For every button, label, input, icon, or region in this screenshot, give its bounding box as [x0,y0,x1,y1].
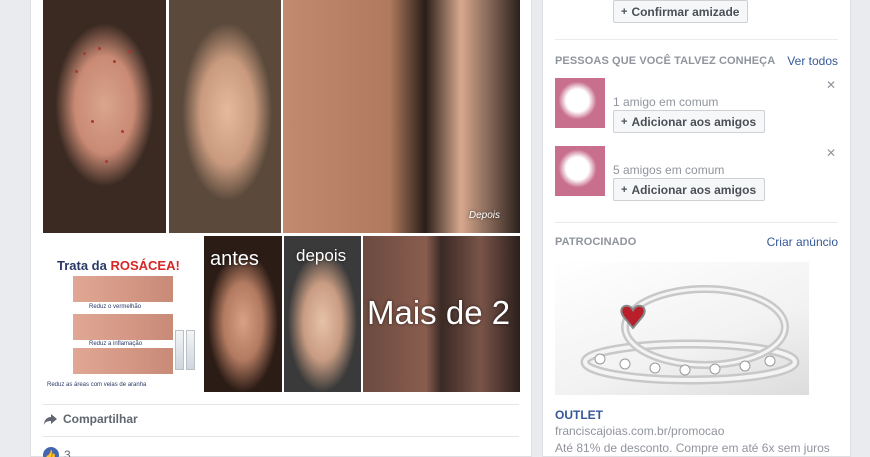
ad-title[interactable]: OUTLET [555,408,603,422]
rosacea-caption: Reduz as áreas com veias de aranha [47,382,147,388]
sponsored-title: PATROCINADO [555,236,637,248]
like-count: 3 [64,448,71,457]
more-photos-tile[interactable]: Mais de 2 [363,236,520,392]
share-arrow-icon [44,413,57,425]
spots-before-after-photo[interactable]: Depois [283,0,520,233]
confirm-friend-button[interactable]: + Confirmar amizade [613,0,749,23]
confirm-friend-label: Confirmar amizade [631,4,740,19]
add-friend-label: Adicionar aos amigos [631,182,757,197]
avatar[interactable] [555,146,605,196]
rosacea-caption: Reduz a inflamação [89,341,143,347]
divider [43,404,519,405]
add-friend-icon: + [621,115,628,128]
share-label: Compartilhar [63,412,138,426]
rosacea-title: Trata da ROSÁCEA! [57,258,180,273]
ad-url[interactable]: franciscajoias.com.br/promocao [555,424,724,438]
divider [555,39,838,40]
add-friend-label: Adicionar aos amigos [631,114,757,129]
photo-overlay-text: antes [210,248,259,270]
acne-before-photo[interactable] [43,0,166,233]
rosacea-ad-photo[interactable]: Trata da ROSÁCEA! Reduz o vermelhão Redu… [43,236,202,392]
feed-post: Depois Trata da ROSÁCEA! Reduz o vermelh… [30,0,532,457]
photo-overlay-text: Depois [468,210,500,221]
ad-image[interactable] [555,262,809,395]
avatar[interactable] [555,78,605,128]
depois-photo[interactable]: depois [284,236,361,392]
close-icon[interactable]: ✕ [826,78,836,92]
divider [555,222,838,223]
share-button[interactable]: Compartilhar [43,412,138,426]
add-friend-button[interactable]: + Adicionar aos amigos [613,110,766,133]
pymk-title: PESSOAS QUE VOCÊ TALVEZ CONHEÇA [555,55,776,67]
photo-overlay-text: depois [296,246,347,265]
see-all-link[interactable]: Ver todos [787,54,838,68]
reactions-summary[interactable]: 👍 3 [43,447,71,457]
mutual-friends[interactable]: 1 amigo em comum [613,95,718,109]
divider [43,436,519,437]
ad-description: Até 81% de desconto. Compre em até 6x se… [555,441,830,455]
rosacea-caption: Reduz o vermelhão [89,304,142,310]
rings-image [580,285,800,385]
acne-after-photo[interactable] [169,0,281,233]
close-icon[interactable]: ✕ [826,146,836,160]
add-friend-button[interactable]: + Adicionar aos amigos [613,178,766,201]
more-photos-count: Mais de 2 [367,294,511,331]
add-friend-icon: + [621,183,628,196]
add-friend-icon: + [621,5,628,18]
create-ad-link[interactable]: Criar anúncio [767,235,838,249]
right-sidebar: + Confirmar amizade PESSOAS QUE VOCÊ TAL… [542,0,851,457]
antes-photo[interactable]: antes [204,236,282,392]
thumbs-up-icon: 👍 [43,447,59,457]
mutual-friends[interactable]: 5 amigos em comum [613,163,724,177]
